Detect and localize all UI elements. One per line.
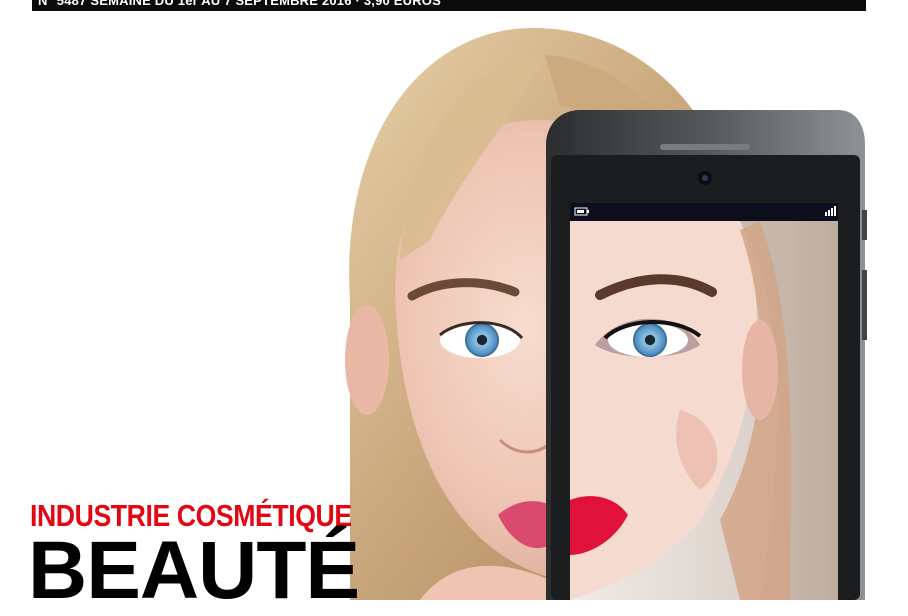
phone-screen xyxy=(570,221,838,600)
smartphone xyxy=(546,110,867,600)
